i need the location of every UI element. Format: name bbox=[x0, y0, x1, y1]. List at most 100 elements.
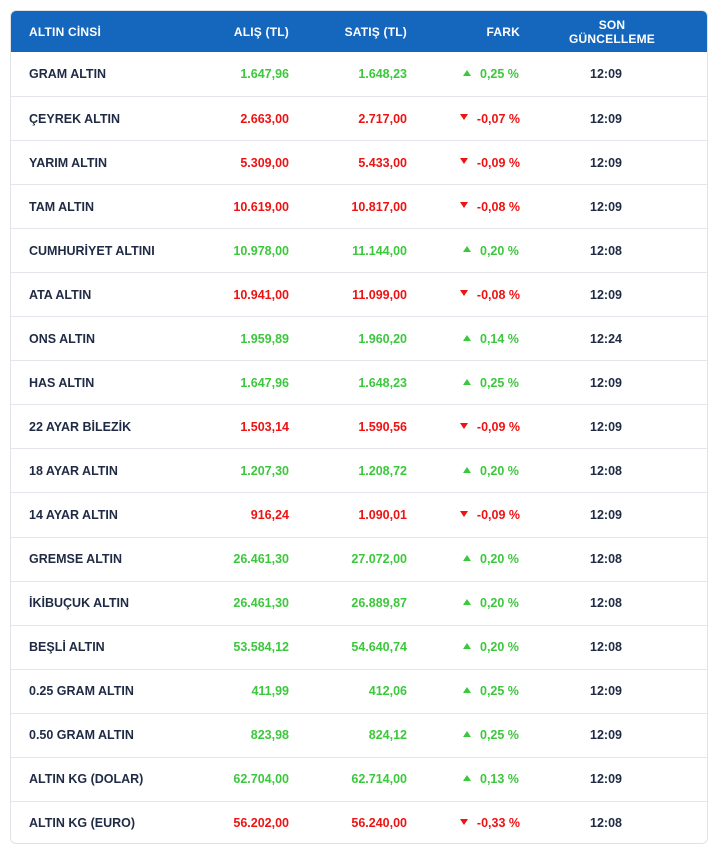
row-time: 12:09 bbox=[590, 155, 622, 170]
row-name: YARIM ALTIN bbox=[29, 155, 108, 170]
table-row[interactable]: ALTIN KG (EURO) 56.202,00 56.240,00 -0,33 %… bbox=[11, 800, 707, 843]
table-row[interactable]: CUMHURİYET ALTINI 10.978,00 11.144,00 0,20 … bbox=[11, 228, 707, 272]
row-buy-price: 62.704,00 bbox=[233, 772, 289, 787]
row-diff-value: -0,09 % bbox=[476, 507, 520, 522]
row-sell-price: 1.648,23 bbox=[358, 67, 407, 82]
table-row[interactable]: YARIM ALTIN 5.309,00 5.433,00 -0,09 % 12:09 bbox=[11, 140, 707, 184]
table-row[interactable]: BEŞLİ ALTIN 53.584,12 54.640,74 0,20 % 12:08 bbox=[11, 624, 707, 669]
row-time: 12:08 bbox=[590, 816, 622, 831]
row-buy-price: 1.207,30 bbox=[240, 463, 289, 478]
table-row[interactable]: İKİBUÇUK ALTIN 26.461,30 26.889,87 0,20 % 12… bbox=[11, 580, 707, 625]
row-name: BEŞLİ ALTIN bbox=[29, 640, 105, 655]
header-name: ALTIN CİNSİ bbox=[29, 24, 101, 39]
row-time: 12:24 bbox=[590, 331, 622, 346]
triangle-down-icon bbox=[459, 510, 468, 517]
gold-price-table: ALTIN CİNSİ ALIŞ (TL) SATIŞ (TL) FARK SO… bbox=[10, 10, 708, 844]
row-diff-value: 0,25 % bbox=[480, 728, 519, 743]
row-diff: -0,33 % bbox=[407, 816, 520, 830]
row-name: TAM ALTIN bbox=[29, 199, 95, 214]
row-name: ÇEYREK ALTIN bbox=[29, 111, 120, 126]
row-time: 12:08 bbox=[590, 596, 622, 611]
table-row[interactable]: ATA ALTIN 10.941,00 11.099,00 -0,08 % 12:09 bbox=[11, 272, 707, 316]
row-name: ONS ALTIN bbox=[29, 331, 95, 346]
row-buy-price: 26.461,30 bbox=[233, 552, 289, 567]
triangle-up-icon bbox=[463, 378, 471, 385]
row-diff: 0,20 % bbox=[407, 244, 520, 258]
row-buy-price: 1.959,89 bbox=[240, 331, 289, 346]
row-time: 12:09 bbox=[590, 287, 622, 302]
row-sell-price: 62.714,00 bbox=[351, 772, 407, 787]
row-name: ALTIN KG (DOLAR) bbox=[29, 772, 144, 787]
row-name: 0.50 GRAM ALTIN bbox=[29, 728, 134, 743]
row-diff: 0,25 % bbox=[407, 376, 520, 390]
triangle-up-icon bbox=[463, 774, 471, 781]
row-diff-value: 0,20 % bbox=[480, 463, 519, 478]
row-name: GRAM ALTIN bbox=[29, 67, 107, 82]
table-row[interactable]: GREMSE ALTIN 26.461,30 27.072,00 0,20 % 12:0… bbox=[11, 536, 707, 581]
triangle-down-icon bbox=[459, 202, 468, 209]
row-diff: -0,08 % bbox=[407, 288, 520, 302]
row-buy-price: 10.978,00 bbox=[233, 243, 289, 258]
table-row[interactable]: 14 AYAR ALTIN 916,24 1.090,01 -0,09 % 12:09 bbox=[11, 492, 707, 536]
table-row[interactable]: GRAM ALTIN 1.647,96 1.648,23 0,25 % 12:09 bbox=[11, 52, 707, 96]
row-sell-price: 26.889,87 bbox=[351, 596, 407, 611]
table-row[interactable]: 0.50 GRAM ALTIN 823,98 824,12 0,25 % 12:09 bbox=[11, 712, 707, 757]
row-name: ATA ALTIN bbox=[29, 287, 92, 302]
row-time: 12:09 bbox=[590, 684, 622, 699]
row-diff: -0,09 % bbox=[407, 420, 520, 434]
header-buy: ALIŞ (TL) bbox=[233, 24, 289, 39]
row-diff-value: -0,08 % bbox=[476, 287, 520, 302]
row-diff: 0,14 % bbox=[407, 332, 520, 346]
row-buy-price: 411,99 bbox=[251, 684, 289, 699]
table-row[interactable]: 18 AYAR ALTIN 1.207,30 1.208,72 0,20 % 12:08 bbox=[11, 448, 707, 492]
table-body: GRAM ALTIN 1.647,96 1.648,23 0,25 % 12:09 ÇEY… bbox=[11, 52, 707, 843]
row-name: GREMSE ALTIN bbox=[29, 552, 123, 567]
row-diff: -0,09 % bbox=[407, 156, 520, 170]
row-diff-value: 0,25 % bbox=[480, 375, 519, 390]
triangle-down-icon bbox=[459, 422, 468, 429]
table-header: ALTIN CİNSİ ALIŞ (TL) SATIŞ (TL) FARK SO… bbox=[11, 11, 707, 52]
row-diff-value: 0,25 % bbox=[480, 67, 519, 82]
row-diff-value: 0,25 % bbox=[480, 684, 519, 699]
triangle-up-icon bbox=[463, 554, 471, 561]
row-sell-price: 5.433,00 bbox=[358, 155, 407, 170]
header-sell: SATIŞ (TL) bbox=[344, 24, 407, 39]
triangle-up-icon bbox=[463, 642, 471, 649]
triangle-up-icon bbox=[463, 686, 471, 693]
triangle-up-icon bbox=[463, 466, 471, 473]
row-buy-price: 1.647,96 bbox=[240, 375, 289, 390]
table-row[interactable]: TAM ALTIN 10.619,00 10.817,00 -0,08 % 12:09 bbox=[11, 184, 707, 228]
row-buy-price: 916,24 bbox=[250, 507, 289, 522]
table-row[interactable]: ALTIN KG (DOLAR) 62.704,00 62.714,00 0,13 %… bbox=[11, 756, 707, 801]
row-diff: -0,07 % bbox=[407, 112, 520, 126]
row-buy-price: 53.584,12 bbox=[233, 640, 289, 655]
table-row[interactable]: ÇEYREK ALTIN 2.663,00 2.717,00 -0,07 % 12:09 bbox=[11, 96, 707, 140]
row-name: 14 AYAR ALTIN bbox=[29, 507, 118, 522]
row-diff-value: -0,09 % bbox=[476, 155, 520, 170]
table-row[interactable]: ONS ALTIN 1.959,89 1.960,20 0,14 % 12:24 bbox=[11, 316, 707, 360]
triangle-up-icon bbox=[463, 730, 471, 737]
row-buy-price: 10.941,00 bbox=[233, 287, 289, 302]
row-buy-price: 1.503,14 bbox=[240, 419, 289, 434]
row-time: 12:09 bbox=[590, 67, 622, 82]
row-diff-value: 0,14 % bbox=[480, 331, 519, 346]
triangle-down-icon bbox=[459, 819, 468, 826]
row-diff: 0,20 % bbox=[407, 464, 520, 478]
row-diff-value: 0,13 % bbox=[480, 772, 519, 787]
table-row[interactable]: HAS ALTIN 1.647,96 1.648,23 0,25 % 12:09 bbox=[11, 360, 707, 404]
row-time: 12:09 bbox=[590, 375, 622, 390]
triangle-up-icon bbox=[463, 246, 471, 253]
row-diff-value: 0,20 % bbox=[480, 243, 519, 258]
row-diff-value: -0,07 % bbox=[476, 111, 520, 126]
table-row[interactable]: 22 AYAR BİLEZİK 1.503,14 1.590,56 -0,09 % 12… bbox=[11, 404, 707, 448]
row-name: 18 AYAR ALTIN bbox=[29, 463, 118, 478]
row-buy-price: 10.619,00 bbox=[233, 199, 289, 214]
row-name: İKİBUÇUK ALTIN bbox=[29, 596, 129, 611]
triangle-up-icon bbox=[463, 598, 471, 605]
row-sell-price: 2.717,00 bbox=[358, 111, 407, 126]
row-time: 12:09 bbox=[590, 772, 622, 787]
row-time: 12:08 bbox=[590, 552, 622, 567]
table-row[interactable]: 0.25 GRAM ALTIN 411,99 412,06 0,25 % 12:09 bbox=[11, 668, 707, 713]
row-diff: -0,08 % bbox=[407, 200, 520, 214]
row-name: CUMHURİYET ALTINI bbox=[29, 243, 155, 258]
